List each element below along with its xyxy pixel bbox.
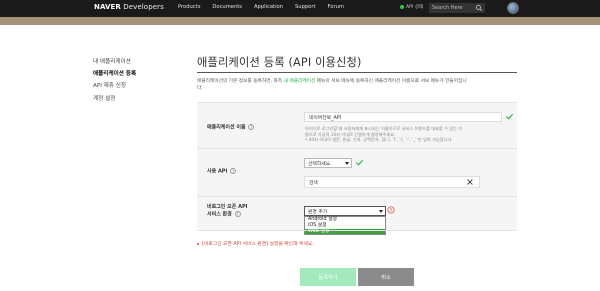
dropdown-arrow-icon: [345, 162, 349, 165]
sidebar-item-my-applications[interactable]: 내 애플리케이션: [93, 57, 136, 65]
search-placeholder: Search Here: [432, 5, 463, 11]
header-band: [0, 17, 600, 25]
row-divider: [197, 196, 517, 197]
nav-forum[interactable]: Forum: [328, 4, 344, 10]
sidebar-item-register-application[interactable]: 애플리케이션 등록: [93, 69, 136, 77]
nav-support[interactable]: Support: [295, 4, 316, 10]
main-nav: Products Documents Application Support F…: [178, 4, 344, 10]
usage-api-select-value: 선택하세요.: [308, 161, 332, 167]
top-navigation-bar: NAVER Developers Products Documents Appl…: [0, 0, 600, 17]
cancel-button[interactable]: 취소: [358, 268, 414, 286]
sidebar: 내 애플리케이션 애플리케이션 등록 API 제휴 신청 계정 설정: [93, 57, 136, 106]
naver-developers-logo[interactable]: NAVER Developers: [94, 3, 164, 11]
search-box[interactable]: Search Here: [429, 3, 485, 13]
desc-text-2: 메뉴의 서브 메뉴에 등록하신 애플리케이션 이름으로 서브 메뉴가 만들어집니: [315, 79, 467, 84]
usage-api-label: 사용 API ?: [207, 168, 237, 175]
api-status-link[interactable]: API 상태: [400, 4, 423, 10]
check-icon: [355, 159, 364, 166]
help-icon[interactable]: ?: [248, 124, 255, 130]
remove-icon[interactable]: [466, 178, 474, 186]
error-message: [비로그인 오픈 API 서비스 환경] 설정을 확인해 주세요.: [197, 240, 314, 247]
hint-line-3: • 40자 이내의 영문, 한글, 숫자, 공백문자, 점(.), '(', '…: [305, 137, 453, 143]
app-name-input[interactable]: 네이버전북_API: [304, 112, 502, 122]
env-dropdown-list: Android 설정 iOS 설정 WEB 설정: [304, 216, 386, 236]
nav-products[interactable]: Products: [178, 4, 200, 10]
env-label: 비로그인 오픈 API 서비스 환경 ?: [207, 204, 247, 218]
desc-text-3: 다.: [197, 85, 203, 91]
error-bullet: [197, 242, 199, 245]
api-status-label: API 상태: [406, 5, 424, 10]
env-select-value: 환경 추가: [308, 209, 328, 215]
page-title: 애플리케이션 등록 (API 이용신청): [197, 56, 362, 69]
sidebar-item-api-partnership[interactable]: API 제휴 신청: [93, 81, 136, 89]
usage-api-select[interactable]: 선택하세요.: [304, 158, 352, 168]
desc-text-1: 애플리케이션의 기본 정보를 등록하면, 좌측: [197, 79, 284, 84]
user-avatar[interactable]: [507, 2, 519, 14]
dropdown-arrow-icon: [379, 210, 383, 213]
form-bottom-divider: [197, 230, 517, 231]
env-select[interactable]: 환경 추가: [304, 206, 386, 216]
warning-icon: [387, 206, 395, 214]
status-dot-icon: [400, 5, 404, 9]
nav-application[interactable]: Application: [254, 4, 283, 10]
check-icon: [505, 113, 514, 120]
selected-api-item: 검색: [304, 176, 480, 188]
my-applications-link[interactable]: 내 애플리케이션: [284, 79, 316, 84]
help-icon[interactable]: ?: [234, 210, 241, 217]
title-divider: [197, 72, 517, 73]
help-icon[interactable]: ?: [230, 168, 237, 174]
env-label-line-1: 비로그인 오픈 API: [207, 204, 248, 210]
sidebar-item-account-settings[interactable]: 계정 설정: [93, 94, 136, 102]
register-button[interactable]: 등록하기: [300, 268, 356, 286]
app-name-hint: 아이디로 로그인할 때 사용자에게 표시되는 이름이므로 서비스 브랜드를 대표…: [305, 126, 510, 143]
env-label-line-2: 서비스 환경 ?: [207, 210, 241, 217]
page-description: 애플리케이션의 기본 정보를 등록하면, 좌측 내 애플리케이션 메뉴의 서브 …: [197, 79, 517, 93]
search-icon[interactable]: [475, 4, 483, 12]
app-name-label: 애플리케이션 이름 ?: [207, 124, 255, 131]
nav-documents[interactable]: Documents: [212, 4, 242, 10]
row-divider: [197, 148, 517, 149]
